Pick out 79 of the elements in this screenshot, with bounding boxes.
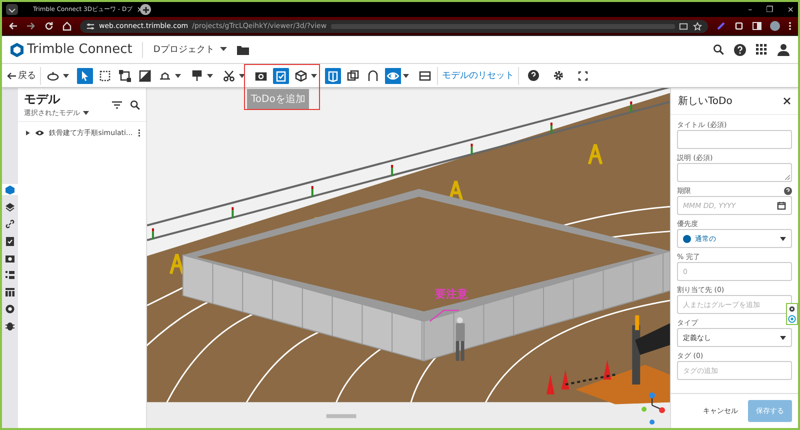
- pointer-icon: [79, 70, 91, 82]
- panel-title: 新しいToDo: [678, 94, 732, 108]
- folder-icon[interactable]: [237, 44, 250, 54]
- contrast-icon: [139, 70, 151, 82]
- priority-dot-icon: [683, 234, 691, 242]
- back-button[interactable]: 戻る: [7, 69, 36, 82]
- copy-tool-button[interactable]: [345, 68, 361, 84]
- tab-menu-icon[interactable]: [6, 4, 18, 15]
- scissors-icon: [223, 70, 235, 82]
- cube-icon: [295, 70, 307, 82]
- axis-gizmo-icon: [642, 392, 666, 425]
- eye-icon[interactable]: [34, 129, 44, 137]
- search-icon[interactable]: [130, 100, 140, 110]
- new-tab-button[interactable]: [140, 4, 151, 15]
- reload-icon[interactable]: [44, 21, 54, 31]
- layers-icon[interactable]: [4, 201, 16, 212]
- copy-icon: [347, 70, 359, 82]
- table-icon[interactable]: [4, 286, 16, 297]
- window-control-button[interactable]: ❐: [766, 5, 774, 14]
- extension-icon[interactable]: [716, 21, 726, 31]
- more-icon[interactable]: [138, 128, 140, 138]
- reset-model-link[interactable]: モデルのリセット: [442, 69, 514, 82]
- more-icon[interactable]: [788, 21, 792, 31]
- orbit-icon: [47, 70, 59, 82]
- screen-icon: [679, 22, 688, 30]
- search-icon[interactable]: [713, 44, 724, 55]
- caret-icon: [220, 47, 228, 52]
- home-icon[interactable]: [62, 21, 72, 31]
- resize-handle-icon: [785, 175, 790, 180]
- pointer-tool-button[interactable]: [77, 68, 93, 84]
- help-icon[interactable]: [734, 44, 746, 56]
- apps-grid-icon[interactable]: [756, 44, 767, 55]
- caret-icon: [780, 236, 786, 240]
- todo-icon: [275, 70, 287, 82]
- back-arrow-icon: [7, 72, 16, 80]
- fit-tool-button[interactable]: [117, 68, 133, 84]
- fit-icon: [119, 70, 131, 82]
- marker-label: 要注意: [434, 288, 468, 301]
- close-icon[interactable]: [783, 97, 791, 105]
- eye-icon: [387, 70, 399, 82]
- contrast-tool-button[interactable]: [137, 68, 153, 84]
- help-icon[interactable]: [784, 186, 792, 194]
- clipboard-icon[interactable]: [4, 235, 16, 246]
- sidebar-icon[interactable]: [752, 21, 762, 31]
- profile-avatar[interactable]: [770, 21, 780, 31]
- paint-icon: [191, 70, 203, 82]
- panel-icon: [419, 70, 431, 82]
- user-icon[interactable]: [777, 43, 790, 56]
- text-field[interactable]: [677, 130, 792, 149]
- caret-icon: [780, 336, 786, 340]
- sort-icon[interactable]: [112, 100, 122, 108]
- back-arrow-icon[interactable]: [8, 21, 18, 31]
- site-settings-icon: [86, 22, 95, 30]
- fullscreen-icon[interactable]: [578, 70, 588, 80]
- expand-arrow-icon[interactable]: [26, 130, 30, 136]
- todo-tool-button[interactable]: [273, 68, 289, 84]
- puzzle-icon[interactable]: [734, 21, 744, 31]
- window-control-button[interactable]: –: [748, 5, 752, 14]
- forward-arrow-icon[interactable]: [26, 21, 36, 31]
- list-icon[interactable]: [4, 269, 16, 280]
- link-icon[interactable]: [4, 218, 16, 229]
- book-icon: [327, 70, 339, 82]
- bug-icon[interactable]: [4, 320, 16, 331]
- star-icon: [693, 22, 702, 30]
- window-control-button[interactable]: ×: [787, 5, 794, 14]
- help-icon[interactable]: [528, 70, 539, 81]
- calendar-icon: [777, 201, 786, 210]
- description-field[interactable]: [677, 163, 792, 182]
- app-name: Trimble Connect: [27, 42, 132, 57]
- tooltip: ToDoを追加: [247, 88, 310, 108]
- cube-icon[interactable]: [2, 184, 18, 195]
- camera-icon: [255, 70, 267, 82]
- caret-icon: [83, 111, 89, 115]
- project-dropdown[interactable]: Dプロジェクト: [153, 43, 228, 56]
- box-select-icon: [99, 70, 111, 82]
- book-tool-button[interactable]: [325, 68, 341, 84]
- trimble-logo-icon: [10, 42, 24, 56]
- panel-title: モデル: [24, 91, 62, 108]
- leader-line: [430, 310, 459, 322]
